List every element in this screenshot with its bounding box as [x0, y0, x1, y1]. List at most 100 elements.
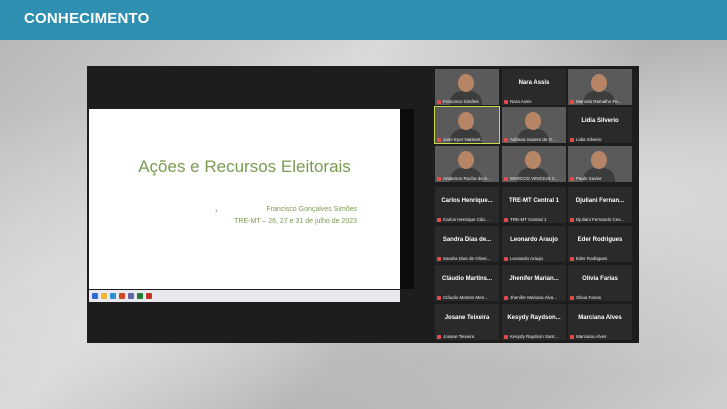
participant-label: Francisco Simões [437, 99, 479, 104]
participant-video [458, 151, 474, 169]
participant-label: Cláudio Martins Men... [437, 295, 488, 300]
participant-name: Carlos Henrique Cân... [443, 217, 489, 222]
participant-tile[interactable]: Adriana Soares de O... [502, 107, 566, 143]
participant-tile[interactable]: Francisco Simões [435, 69, 499, 105]
participant-tile[interactable]: Anderson Rocha de S... [435, 146, 499, 182]
participant-display-name: Josane Teixeira [444, 315, 490, 321]
muted-mic-icon [504, 295, 508, 300]
participant-label: Marciana Alves [570, 334, 607, 339]
participant-tile[interactable]: Marcela Ramalho Fe... [568, 69, 632, 105]
participant-label: Leonardo Araujo [504, 256, 543, 261]
participant-tile[interactable]: Lidia Silverio Lidia Silverio [568, 107, 632, 143]
participant-video [458, 74, 474, 92]
participant-label: Paulo Xavier [570, 176, 602, 181]
participant-name: Sandra Dias de Olivei... [443, 256, 491, 261]
participant-name: Cláudio Martins Men... [443, 295, 489, 300]
participant-tile[interactable]: Marciana Alves Marciana Alves [568, 304, 632, 340]
participant-tile[interactable]: Eder Rodrigues Eder Rodrigues [568, 226, 632, 262]
participant-label: Kesydy Raydson Sant... [504, 334, 558, 339]
slide-scrollbar[interactable] [400, 109, 414, 289]
participant-name: Paulo Xavier [576, 176, 602, 181]
muted-mic-icon [504, 334, 508, 339]
participant-tile[interactable]: Kesydy Raydson... Kesydy Raydson Sant... [502, 304, 566, 340]
participant-name: Marciana Alves [576, 334, 607, 339]
excel-icon [137, 293, 143, 299]
header-banner: CONHECIMENTO [0, 0, 727, 40]
participant-tile[interactable]: Jane Eyer Natanet... [434, 106, 500, 144]
participant-tile[interactable]: Djuliani Fernan... Djuliani Fernando Ces.… [568, 187, 632, 223]
muted-mic-icon [504, 137, 508, 142]
muted-mic-icon [504, 176, 508, 181]
participant-tile[interactable]: Josane Teixeira Josane Teixeira [435, 304, 499, 340]
shared-taskbar [89, 290, 400, 302]
participant-tile[interactable]: MARCOS VINICIUS C... [502, 146, 566, 182]
participant-label: Marcela Ramalho Fe... [570, 99, 622, 104]
participant-label: Sandra Dias de Olivei... [437, 256, 490, 261]
participant-label: Adriana Soares de O... [504, 137, 556, 142]
powerpoint-icon [119, 293, 125, 299]
participant-name: Lidia Silverio [576, 137, 602, 142]
participant-label: Djuliani Fernando Ces... [570, 217, 624, 222]
participant-tile[interactable]: Leonardo Araujo Leonardo Araujo [502, 226, 566, 262]
app-icon [146, 293, 152, 299]
participant-tile[interactable]: Nara Assis Nara Assis [502, 69, 566, 105]
muted-mic-icon [504, 99, 508, 104]
participant-tile[interactable]: TRE-MT Central 1 TRE-MT Central 1 [502, 187, 566, 223]
participant-label: Lidia Silverio [570, 137, 602, 142]
participant-display-name: Leonardo Araujo [510, 237, 558, 243]
participant-display-name: Olivia Farias [582, 276, 618, 282]
muted-mic-icon [437, 256, 441, 261]
participant-video [591, 151, 607, 169]
participant-display-name: Jhenifer Marian... [509, 276, 559, 282]
participant-display-name: Sandra Dias de... [442, 237, 492, 243]
participant-name: Marcela Ramalho Fe... [576, 99, 622, 104]
muted-mic-icon [570, 99, 574, 104]
muted-mic-icon [437, 99, 441, 104]
muted-mic-icon [570, 256, 574, 261]
muted-mic-icon [437, 176, 441, 181]
participant-display-name: Eder Rodrigues [577, 237, 623, 243]
participant-name: Djuliani Fernando Ces... [576, 217, 625, 222]
participant-name: Josane Teixeira [443, 334, 475, 339]
participant-name: Leonardo Araujo [510, 256, 544, 261]
browser-icon [110, 293, 116, 299]
participant-tile[interactable]: Jhenifer Marian... Jhenifer Mariana Alva.… [502, 265, 566, 301]
teams-icon [128, 293, 134, 299]
participant-name: Olivia Farias [576, 295, 602, 300]
folder-icon [101, 293, 107, 299]
participant-name: Kesydy Raydson Sant... [510, 334, 559, 339]
participant-label: Carlos Henrique Cân... [437, 217, 489, 222]
participant-name: Adriana Soares de O... [510, 137, 556, 142]
muted-mic-icon [570, 334, 574, 339]
participant-tile[interactable]: Olivia Farias Olivia Farias [568, 265, 632, 301]
participant-tile[interactable]: Paulo Xavier [568, 146, 632, 182]
participant-name: MARCOS VINICIUS C... [510, 176, 559, 181]
slide-date: TRE-MT – 26, 27 e 31 de julho de 2023 [234, 218, 357, 225]
participant-tile[interactable]: Sandra Dias de... Sandra Dias de Olivei..… [435, 226, 499, 262]
participant-display-name: Marciana Alves [578, 315, 622, 321]
participant-tile[interactable]: Carlos Henrique... Carlos Henrique Cân... [435, 187, 499, 223]
participant-label: TRE-MT Central 1 [504, 217, 546, 222]
participant-name: Jhenifer Mariana Alva... [510, 295, 558, 300]
participant-display-name: Nara Assis [518, 80, 550, 86]
muted-mic-icon [437, 295, 441, 300]
participant-name: Eder Rodrigues [576, 256, 608, 261]
participant-name: Jane Eyer Natanet... [443, 137, 485, 142]
slide-title: Ações e Recursos Eleitorais [138, 157, 351, 176]
muted-mic-icon [437, 334, 441, 339]
participant-display-name: Kesydy Raydson... [507, 315, 561, 321]
participant-display-name: Cláudio Martins... [441, 276, 492, 282]
participant-label: Anderson Rocha de S... [437, 176, 491, 181]
participant-label: MARCOS VINICIUS C... [504, 176, 559, 181]
participant-name: Francisco Simões [443, 99, 479, 104]
participant-video [525, 112, 541, 130]
muted-mic-icon [504, 256, 508, 261]
muted-mic-icon [437, 137, 441, 142]
participant-label: Olivia Farias [570, 295, 601, 300]
participant-video [458, 112, 474, 130]
participant-display-name: Lidia Silverio [581, 118, 619, 124]
slide-bullet: › [215, 206, 218, 215]
participant-tile[interactable]: Cláudio Martins... Cláudio Martins Men... [435, 265, 499, 301]
participant-label: Jhenifer Mariana Alva... [504, 295, 557, 300]
participant-display-name: TRE-MT Central 1 [508, 198, 559, 204]
